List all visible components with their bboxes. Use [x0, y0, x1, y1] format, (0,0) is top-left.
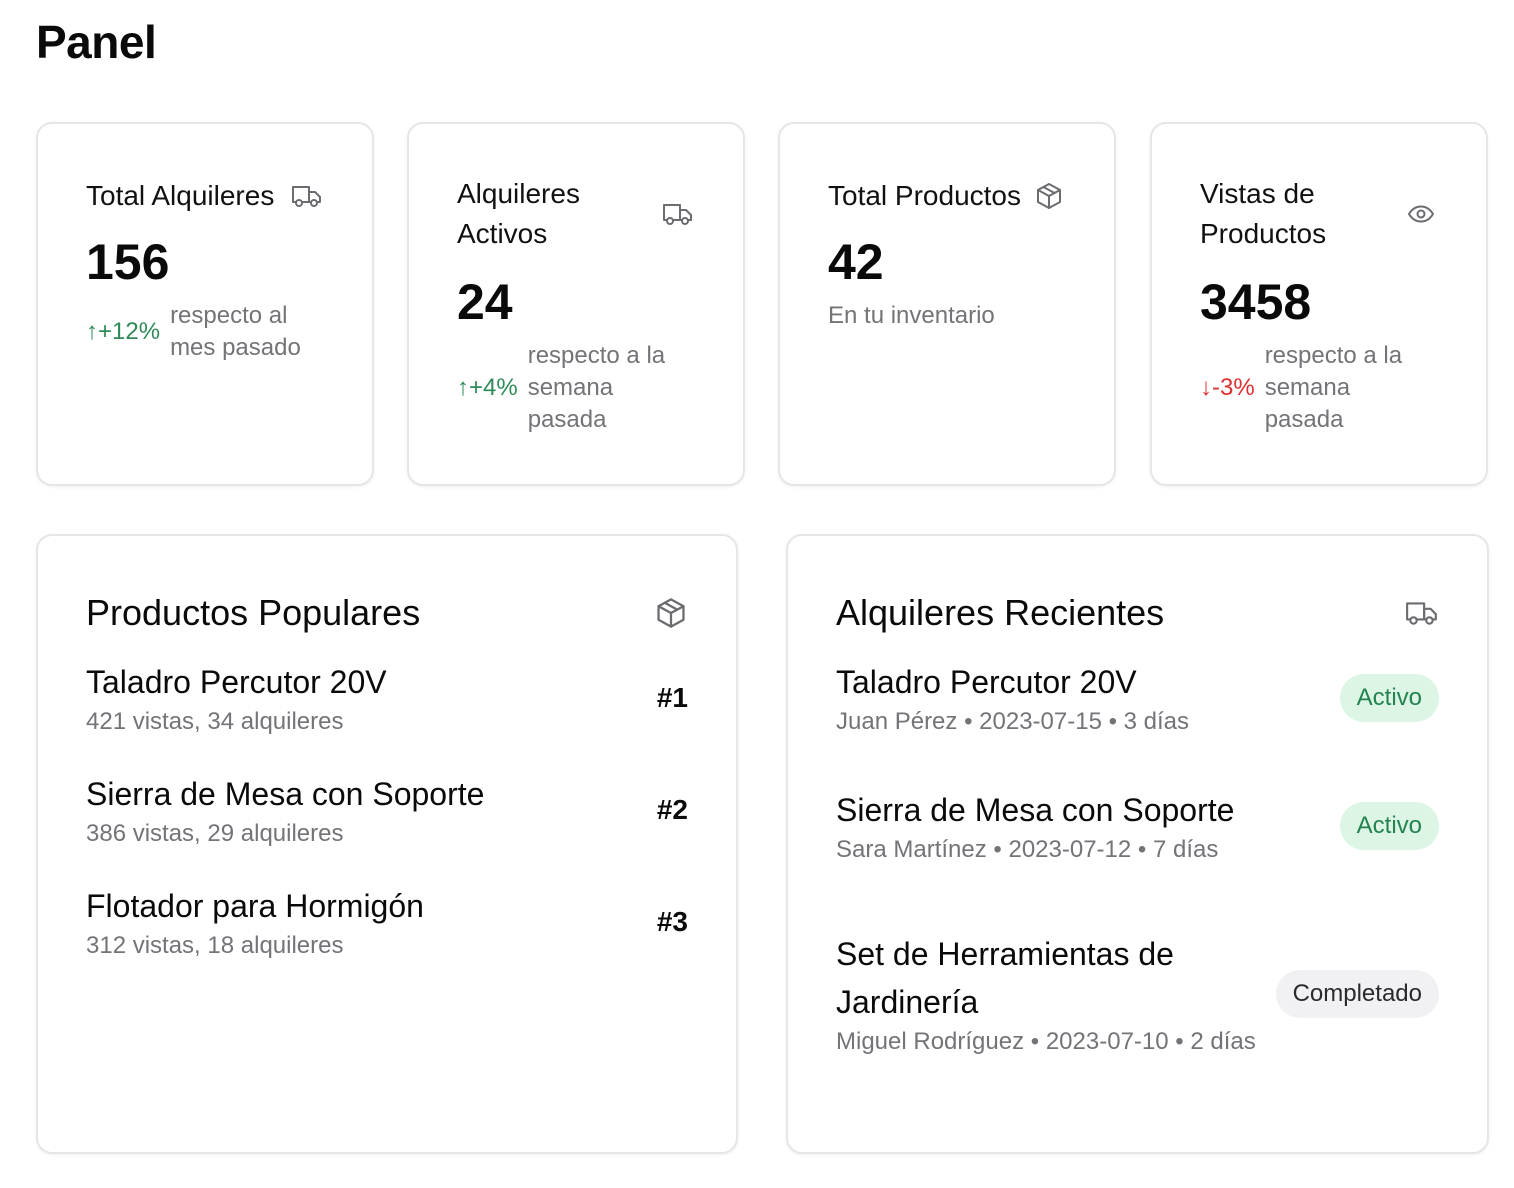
status-badge: Completado	[1275, 970, 1439, 1018]
rental-details: Juan Pérez • 2023-07-15 • 3 días	[836, 708, 1190, 735]
truck-icon	[290, 179, 324, 213]
panel-title: Productos Populares	[86, 592, 421, 633]
stat-label: Total Productos	[828, 180, 1021, 211]
list-item[interactable]: Sierra de Mesa con Soporte Sara Martínez…	[836, 786, 1439, 866]
stat-label: Alquileres Activos	[457, 178, 580, 249]
stat-card-active-rentals: Alquileres Activos 24 ↑+4% respecto a la…	[407, 122, 745, 486]
stat-label: Total Alquileres	[86, 180, 275, 211]
stat-card-product-views: Vistas de Productos 3458 ↓-3% respecto a…	[1150, 122, 1488, 486]
stat-value: 156	[86, 234, 170, 290]
eye-icon	[1404, 197, 1438, 231]
product-name: Flotador para Hormigón	[86, 888, 424, 924]
popular-products-panel: Productos Populares Taladro Percutor 20V…	[36, 534, 738, 1154]
rental-product: Set de Herramientas de Jardinería	[836, 936, 1174, 1020]
list-item[interactable]: Taladro Percutor 20V Juan Pérez • 2023-0…	[836, 658, 1439, 738]
recent-rentals-panel: Alquileres Recientes Taladro Percutor 20…	[786, 534, 1489, 1154]
truck-icon	[661, 197, 695, 231]
stat-note: respecto a la semana pasada	[527, 342, 666, 433]
rental-details: Sara Martínez • 2023-07-12 • 7 días	[836, 836, 1219, 863]
rental-details: Miguel Rodríguez • 2023-07-10 • 2 días	[836, 1028, 1256, 1055]
product-rank: #3	[656, 906, 688, 937]
stat-card-total-products: Total Productos 42 En tu inventario	[778, 122, 1116, 486]
panel-title: Alquileres Recientes	[836, 592, 1165, 633]
list-item[interactable]: Taladro Percutor 20V 421 vistas, 34 alqu…	[86, 658, 688, 738]
stat-note: respecto al mes pasado	[170, 302, 301, 361]
product-rank: #1	[656, 682, 688, 713]
product-stats: 421 vistas, 34 alquileres	[86, 708, 344, 735]
stat-delta: ↑+4%	[457, 374, 518, 401]
truck-icon	[1405, 596, 1439, 630]
stat-delta: ↓-3%	[1200, 374, 1255, 401]
stat-value: 42	[828, 234, 884, 290]
list-item[interactable]: Sierra de Mesa con Soporte 386 vistas, 2…	[86, 770, 688, 850]
page-title: Panel	[36, 16, 157, 68]
stat-card-total-rentals: Total Alquileres 156 ↑+12% respecto al m…	[36, 122, 374, 486]
product-name: Taladro Percutor 20V	[86, 664, 387, 700]
product-rank: #2	[656, 794, 688, 825]
stat-note: En tu inventario	[828, 302, 995, 329]
stat-note: respecto a la semana pasada	[1264, 342, 1403, 433]
list-item[interactable]: Set de Herramientas de Jardinería Miguel…	[836, 930, 1439, 1058]
package-icon	[654, 596, 688, 630]
list-item[interactable]: Flotador para Hormigón 312 vistas, 18 al…	[86, 882, 688, 962]
product-name: Sierra de Mesa con Soporte	[86, 776, 485, 812]
package-icon	[1032, 179, 1066, 213]
rental-product: Taladro Percutor 20V	[836, 664, 1137, 700]
product-stats: 386 vistas, 29 alquileres	[86, 820, 344, 847]
stat-label: Vistas de Productos	[1200, 178, 1327, 249]
stat-value: 24	[457, 274, 513, 330]
stat-value: 3458	[1200, 274, 1312, 330]
stat-delta: ↑+12%	[86, 318, 161, 345]
status-badge: Activo	[1339, 802, 1439, 850]
status-badge: Activo	[1339, 674, 1439, 722]
rental-product: Sierra de Mesa con Soporte	[836, 792, 1235, 828]
product-stats: 312 vistas, 18 alquileres	[86, 932, 344, 959]
